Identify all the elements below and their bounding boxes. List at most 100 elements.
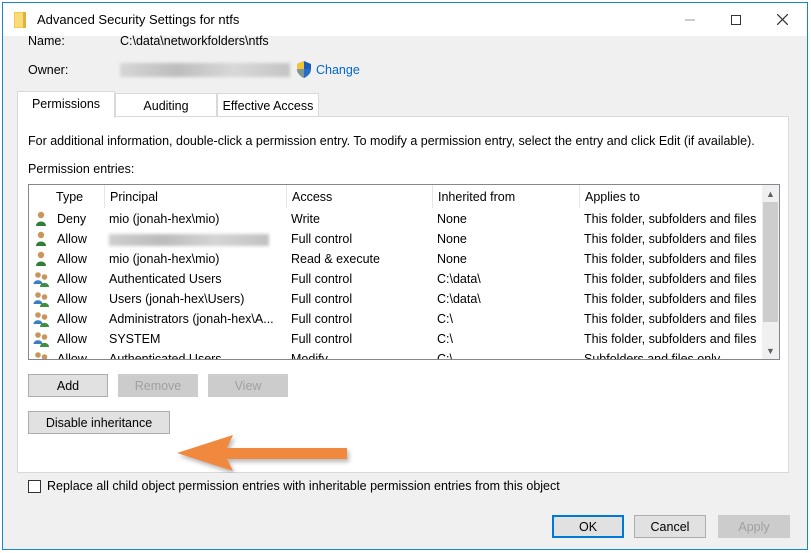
window-title: Advanced Security Settings for ntfs [37, 12, 240, 27]
name-label: Name: [28, 34, 65, 48]
type-cell: Allow [57, 272, 87, 286]
access-cell: Write [291, 212, 320, 226]
tab-auditing[interactable]: Auditing [115, 93, 217, 117]
access-cell: Modify [291, 352, 328, 360]
apply-button[interactable]: Apply [718, 515, 790, 538]
applies-to-cell: This folder, subfolders and files [584, 232, 757, 246]
principal-cell: Authenticated Users [109, 352, 222, 360]
type-cell: Allow [57, 312, 87, 326]
inherited-from-cell: C:\data\ [437, 272, 481, 286]
owner-value-redacted [120, 63, 290, 77]
type-cell: Allow [57, 292, 87, 306]
owner-label: Owner: [28, 63, 69, 77]
table-row[interactable]: Allow Users (jonah-hex\Users) Full control… [29, 289, 762, 309]
maximize-icon [731, 14, 741, 25]
principal-cell: SYSTEM [109, 332, 161, 346]
chevron-up-icon: ▲ [766, 188, 775, 199]
type-cell: Allow [57, 332, 87, 346]
chevron-down-icon: ▼ [766, 345, 775, 356]
info-text: For additional information, double-click… [28, 134, 755, 148]
maximize-button[interactable] [713, 3, 759, 36]
change-link-label: Change [316, 62, 360, 77]
cancel-button[interactable]: Cancel [634, 515, 706, 538]
list-rows: Deny mio (jonah-hex\mio) Write None This fol… [29, 209, 762, 360]
type-cell: Deny [57, 212, 87, 226]
disable-inheritance-button[interactable]: Disable inheritance [28, 411, 170, 434]
applies-to-cell: This folder, subfolders and files [584, 312, 757, 326]
column-header-inherited-from[interactable]: Inherited from [433, 185, 580, 208]
group-icon [33, 311, 50, 327]
access-cell: Full control [291, 332, 353, 346]
access-cell: Full control [291, 312, 353, 326]
table-row[interactable]: Allow Full control None This folder, subfol… [29, 229, 762, 249]
replace-child-permissions-row[interactable]: Replace all child object permission entr… [28, 479, 560, 493]
column-header-applies-to[interactable]: Applies to [580, 185, 762, 208]
change-owner-link[interactable]: Change [296, 61, 360, 78]
close-button[interactable] [759, 3, 805, 36]
scroll-thumb[interactable] [763, 202, 778, 322]
principal-cell: mio (jonah-hex\mio) [109, 212, 220, 226]
inherited-from-cell: None [437, 212, 467, 226]
tab-effective-access[interactable]: Effective Access [217, 93, 319, 117]
folder-icon [14, 12, 26, 28]
principal-cell: Authenticated Users [109, 272, 222, 286]
type-cell: Allow [57, 232, 87, 246]
table-row[interactable]: Allow mio (jonah-hex\mio) Read & execute No… [29, 249, 762, 269]
close-icon [776, 14, 788, 25]
uac-shield-icon [297, 61, 311, 78]
applies-to-cell: This folder, subfolders and files [584, 272, 757, 286]
inherited-from-cell: C:\ [437, 352, 453, 360]
tab-permissions[interactable]: Permissions [17, 91, 115, 118]
inherited-from-cell: None [437, 232, 467, 246]
table-row[interactable]: Allow Administrators (jonah-hex\A... Full … [29, 309, 762, 329]
type-cell: Allow [57, 352, 87, 360]
group-icon [33, 271, 50, 287]
principal-cell: mio (jonah-hex\mio) [109, 252, 220, 266]
column-header-access[interactable]: Access [287, 185, 433, 208]
annotation-arrow-icon [177, 435, 347, 471]
ok-button[interactable]: OK [552, 515, 624, 538]
table-row[interactable]: Deny mio (jonah-hex\mio) Write None This fol… [29, 209, 762, 229]
user-icon [33, 211, 50, 227]
group-icon [33, 291, 50, 307]
user-icon [33, 231, 50, 247]
inherited-from-cell: C:\ [437, 312, 453, 326]
table-row[interactable]: Allow SYSTEM Full control C:\ This folder, s… [29, 329, 762, 349]
user-icon [33, 251, 50, 267]
remove-button[interactable]: Remove [118, 374, 198, 397]
inherited-from-cell: C:\data\ [437, 292, 481, 306]
type-cell: Allow [57, 252, 87, 266]
access-cell: Full control [291, 232, 353, 246]
scroll-down-button[interactable]: ▼ [762, 342, 779, 359]
minimize-button[interactable] [667, 3, 713, 36]
replace-child-permissions-checkbox[interactable] [28, 479, 41, 493]
permission-entries-label: Permission entries: [28, 162, 135, 176]
minimize-icon [685, 19, 695, 20]
applies-to-cell: Subfolders and files only [584, 352, 721, 360]
view-button[interactable]: View [208, 374, 288, 397]
applies-to-cell: This folder, subfolders and files [584, 252, 757, 266]
principal-cell: Users (jonah-hex\Users) [109, 292, 245, 306]
column-header-principal[interactable]: Principal [105, 185, 287, 208]
principal-cell: Administrators (jonah-hex\A... [109, 312, 274, 326]
applies-to-cell: This folder, subfolders and files [584, 292, 757, 306]
access-cell: Full control [291, 272, 353, 286]
column-header-type[interactable]: Type [51, 185, 105, 208]
list-scrollbar[interactable]: ▲ ▼ [762, 185, 779, 359]
scroll-up-button[interactable]: ▲ [762, 185, 779, 202]
replace-child-permissions-label: Replace all child object permission entr… [47, 479, 560, 493]
principal-cell-redacted [109, 232, 269, 246]
table-row[interactable]: Allow Authenticated Users Modify C:\ Subfold… [29, 349, 762, 360]
group-icon [33, 331, 50, 347]
list-header: Type Principal Access Inherited from App… [29, 185, 762, 208]
inherited-from-cell: C:\ [437, 332, 453, 346]
table-row[interactable]: Allow Authenticated Users Full control C:\d… [29, 269, 762, 289]
add-button[interactable]: Add [28, 374, 108, 397]
name-value: C:\data\networkfolders\ntfs [120, 34, 269, 48]
applies-to-cell: This folder, subfolders and files [584, 212, 757, 226]
applies-to-cell: This folder, subfolders and files [584, 332, 757, 346]
permission-entries-list[interactable]: Type Principal Access Inherited from App… [28, 184, 780, 360]
access-cell: Full control [291, 292, 353, 306]
title-bar: Advanced Security Settings for ntfs [3, 3, 807, 36]
group-icon [33, 351, 50, 359]
